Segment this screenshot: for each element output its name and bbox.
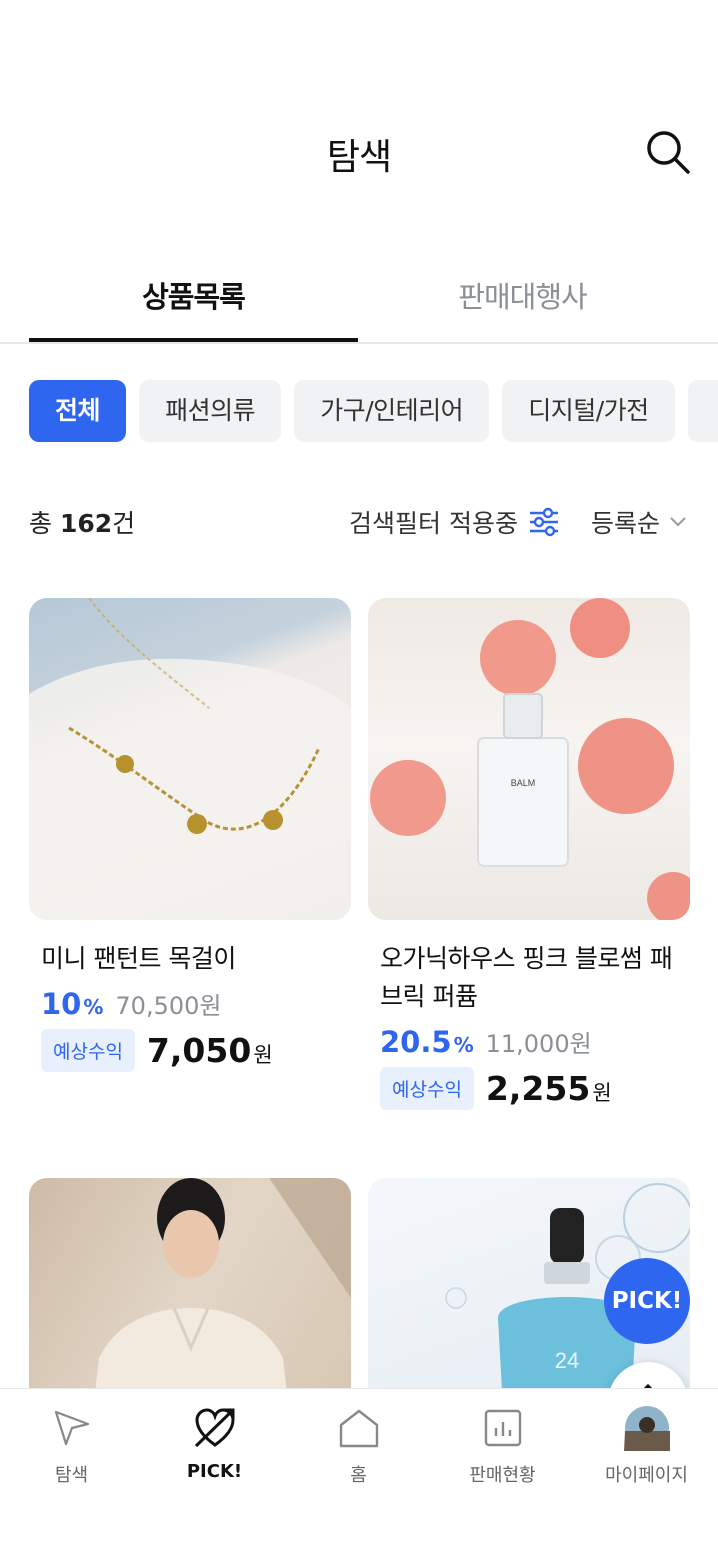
category-chips: 전체 패션의류 가구/인테리어 디지털/가전 [29, 380, 718, 442]
nav-explore[interactable]: 탐색 [0, 1405, 143, 1487]
nav-sales-status-label: 판매현황 [469, 1465, 536, 1486]
product-image [29, 598, 351, 920]
nav-mypage[interactable]: 마이페이지 [575, 1405, 718, 1487]
profit-unit: 원 [592, 1081, 612, 1105]
product-name: 오가닉하우스 핑크 블로썸 패브릭 퍼퓸 [380, 944, 673, 1011]
commission-rate: 20.5% [380, 1025, 474, 1059]
sort-dropdown[interactable]: 등록순 [591, 504, 688, 540]
count-suffix: 건 [112, 509, 136, 538]
rate-value: 10 [41, 987, 82, 1021]
product-card[interactable]: 미니 팬턴트 목걸이 10% 70,500원 예상수익 7,050원 [29, 598, 351, 1072]
search-icon [647, 131, 690, 174]
bottle-label: BALM [511, 778, 536, 788]
rate-unit: % [453, 1033, 474, 1057]
product-image: BALM [368, 598, 690, 920]
count-value: 162 [59, 509, 113, 538]
filter-label: 검색필터 적용중 [349, 509, 518, 538]
rate-unit: % [83, 995, 104, 1019]
tab-sales-agencies[interactable]: 판매대행사 [358, 268, 687, 342]
price-line: 10% 70,500원 [29, 986, 351, 1021]
rate-value: 20.5 [380, 1025, 452, 1059]
bottom-navigation: 탐색 PICK! 홈 판매현황 마이페이지 [0, 1388, 718, 1554]
pick-floating-button[interactable]: PICK! [604, 1258, 690, 1344]
product-name: 미니 팬턴트 목걸이 [41, 944, 236, 973]
bar-chart-icon [484, 1409, 521, 1447]
profit-badge: 예상수익 [41, 1029, 135, 1072]
expected-profit: 2,255원 [486, 1069, 612, 1108]
result-count: 총 162건 [29, 504, 135, 540]
product-card[interactable]: BALM 오가닉하우스 핑크 블로썸 패브릭 퍼퓸 20.5% 11,000원 … [368, 598, 690, 1110]
nav-explore-label: 탐색 [54, 1465, 89, 1486]
commission-rate: 10% [41, 987, 103, 1021]
nav-sales-status[interactable]: 판매현황 [431, 1405, 574, 1487]
price-line: 20.5% 11,000원 [368, 1024, 690, 1059]
nav-home[interactable]: 홈 [287, 1405, 430, 1487]
profit-value: 2,255 [485, 1069, 591, 1108]
original-price: 70,500원 [115, 992, 222, 1020]
profit-unit: 원 [253, 1043, 273, 1067]
nav-mypage-label: 마이페이지 [605, 1465, 688, 1486]
nav-pick[interactable]: PICK! [143, 1405, 286, 1482]
header: 탐색 [0, 0, 718, 230]
nav-home-label: 홈 [350, 1465, 367, 1486]
sort-label: 등록순 [591, 509, 661, 538]
home-icon [339, 1409, 378, 1448]
filter-button[interactable]: 검색필터 적용중 [349, 504, 560, 540]
nav-pick-label: PICK! [186, 1461, 243, 1482]
chip-furniture[interactable]: 가구/인테리어 [294, 380, 490, 442]
profit-value: 7,050 [146, 1031, 252, 1070]
filter-sliders-icon [529, 507, 558, 537]
navigation-arrow-icon [54, 1410, 89, 1446]
original-price: 11,000원 [485, 1030, 592, 1058]
heart-arrow-icon [194, 1408, 235, 1448]
chevron-down-icon [670, 517, 686, 527]
avatar [623, 1406, 670, 1451]
chip-digital[interactable]: 디지털/가전 [502, 380, 675, 442]
tab-products[interactable]: 상품목록 [29, 268, 358, 342]
result-summary: 총 162건 검색필터 적용중 등록순 [29, 500, 699, 544]
profit-badge: 예상수익 [380, 1067, 474, 1110]
count-prefix: 총 [29, 509, 53, 538]
profit-line: 예상수익 2,255원 [368, 1067, 690, 1110]
chip-fashion[interactable]: 패션의류 [139, 380, 282, 442]
tab-bar: 상품목록 판매대행사 [0, 268, 718, 344]
chip-all[interactable]: 전체 [29, 380, 127, 442]
page-title: 탐색 [326, 137, 392, 178]
bottle-label: 24 [555, 1348, 579, 1373]
chip-more[interactable] [687, 380, 718, 442]
profit-line: 예상수익 7,050원 [29, 1029, 351, 1072]
search-button[interactable] [644, 128, 692, 176]
expected-profit: 7,050원 [147, 1031, 273, 1070]
